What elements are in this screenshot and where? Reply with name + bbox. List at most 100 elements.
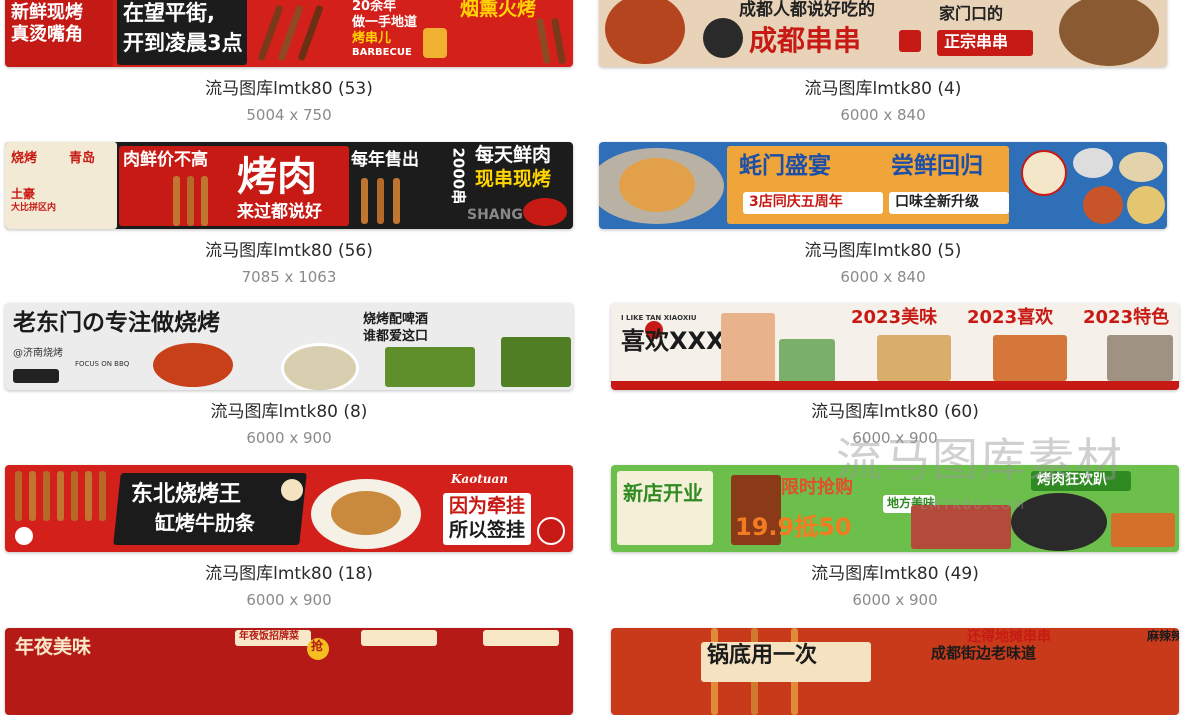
banner-text: 口味全新升级 [895,194,979,210]
skewer-image [99,471,106,521]
image-title[interactable]: 流马图库lmtk80 (56) [5,240,573,262]
banner-text: 因为牵挂 [449,495,526,517]
skewer-image [201,176,208,226]
checkmark-box [899,30,921,52]
badge [483,630,559,646]
banner-thumbnail[interactable]: 新鲜现烤 真烫嘴角 在望平街, 开到凌晨3点 20余年 做一手地道 烤串儿 BA… [5,0,573,67]
image-dimensions: 6000 x 900 [852,591,938,609]
food-image [993,335,1067,381]
banner-text: 2023喜欢 [967,307,1054,328]
food-plate-image [605,0,685,64]
banner-text: I LIKE TAN XIAOXIU [621,314,697,322]
food-image [877,335,951,381]
banner-thumbnail[interactable]: 成都人都说好吃的 成都串串 家门口的 正宗串串 [599,0,1167,67]
banner-text: 还得地摊串串 [967,629,1051,645]
banner-text: 成都串串 [749,24,862,57]
gallery-item[interactable]: 新店开业 限时抢购 19.9抵50 地方美味 烤肉狂欢趴 流马图库lmtk80 … [611,465,1179,609]
skewer-image [377,178,384,224]
gallery-item[interactable]: 成都人都说好吃的 成都串串 家门口的 正宗串串 流马图库lmtk80 (4) 6… [599,0,1167,124]
badge [13,369,59,383]
skewer-image [361,178,368,224]
banner-text: 每天鲜肉 [475,144,552,166]
banner-text: SHANG [467,207,523,223]
image-dimensions: 6000 x 900 [246,591,332,609]
banner-text: 烤串儿 [352,31,392,46]
banner-text: 真烫嘴角 [11,24,83,45]
food-image [911,505,1011,549]
skewer-image [551,17,566,65]
gallery-item[interactable]: 烧烤 青岛 土豪 大比拼区内 肉鲜价不高 烤肉 来过都说好 每年售出 2000串… [5,142,573,286]
banner-thumbnail[interactable]: 东北烧烤王 缸烤牛肋条 Kaotuan 因为牵挂 所以签挂 [5,465,573,552]
banner-text: 缸烤牛肋条 [155,511,255,535]
image-title[interactable]: 流马图库lmtk80 (53) [5,78,573,100]
banner-text: 东北烧烤王 [131,482,242,507]
banner-text: 2000串 [449,147,468,205]
gallery-item[interactable]: 蚝门盛宴 尝鲜回归 3店同庆五周年 口味全新升级 流马图库lmtk80 (5) … [599,142,1167,286]
image-title[interactable]: 流马图库lmtk80 (5) [599,240,1167,262]
food-plate-image [1059,0,1159,66]
banner-thumbnail[interactable]: 老东门の专注做烧烤 @济南烧烤 FOCUS ON BBQ 烧烤配啤酒 谁都爱这口 [5,303,573,390]
banner-text: 谁都爱这口 [363,329,429,344]
gallery-item[interactable]: 锅底用一次 还得地摊串串 成都街边老味道 麻辣辣吃 [611,628,1179,715]
gallery-item[interactable]: 年夜美味 年夜饭招牌菜 抢 [5,628,573,715]
banner-text: 烧烤配啤酒 [363,312,429,327]
oyster-image [1073,148,1113,178]
illustration-image [721,313,775,383]
banner-text: 正宗串串 [944,32,1009,51]
skewer-image [15,471,22,521]
illustration-image [779,339,835,383]
banner-thumbnail[interactable]: 烧烤 青岛 土豪 大比拼区内 肉鲜价不高 烤肉 来过都说好 每年售出 2000串… [5,142,573,229]
banner-text: 年夜饭招牌菜 [239,631,299,642]
image-title[interactable]: 流马图库lmtk80 (18) [5,563,573,585]
banner-text: 老东门の专注做烧烤 [13,309,220,336]
gallery-item[interactable]: I LIKE TAN XIAOXIU 喜欢XXX 2023美味 2023喜欢 2… [611,303,1179,447]
beer-image [423,28,447,58]
banner-thumbnail[interactable]: 蚝门盛宴 尝鲜回归 3店同庆五周年 口味全新升级 [599,142,1167,229]
banner-text: 2023特色 [1083,307,1170,328]
banner-text: 所以签挂 [449,519,526,541]
gallery-item[interactable]: 东北烧烤王 缸烤牛肋条 Kaotuan 因为牵挂 所以签挂 流马图库lmtk80… [5,465,573,609]
image-title[interactable]: 流马图库lmtk80 (60) [611,401,1179,423]
image-title[interactable]: 流马图库lmtk80 (4) [599,78,1167,100]
footer-strip [611,381,1179,390]
banner-text: 成都人都说好吃的 [739,0,875,20]
banner-text: 家门口的 [939,4,1004,23]
banner-text: 尝鲜回归 [891,153,983,179]
banner-text: Kaotuan [451,472,508,486]
banner-text: 蚝门盛宴 [739,153,831,179]
banner-text: 烟熏火烤 [460,0,537,20]
banner-text: BARBECUE [352,47,412,58]
banner-text: 麻辣辣吃 [1147,629,1179,643]
gallery-item[interactable]: 新鲜现烤 真烫嘴角 在望平街, 开到凌晨3点 20余年 做一手地道 烤串儿 BA… [5,0,573,124]
food-plate-image [331,491,401,535]
banner-text: 大比拼区内 [11,203,57,213]
logo-image [703,18,743,58]
image-title[interactable]: 流马图库lmtk80 (8) [5,401,573,423]
banner-text: 成都街边老味道 [931,644,1037,662]
mascot-icon [537,517,565,545]
oyster-image [619,158,695,212]
image-dimensions: 6000 x 840 [840,106,926,124]
banner-thumbnail[interactable]: 年夜美味 年夜饭招牌菜 抢 [5,628,573,715]
banner-text: 现串现烤 [475,168,552,190]
image-dimensions: 7085 x 1063 [241,268,337,286]
banner-text: 肉鲜价不高 [123,150,208,170]
banner-text: 年夜美味 [15,636,92,658]
oyster-image [1119,152,1163,182]
image-title[interactable]: 流马图库lmtk80 (49) [611,563,1179,585]
banner-text: 做一手地道 [352,15,418,30]
banner-text: 3店同庆五周年 [749,194,843,210]
food-plate-image [281,343,359,390]
gallery-item[interactable]: 老东门の专注做烧烤 @济南烧烤 FOCUS ON BBQ 烧烤配啤酒 谁都爱这口… [5,303,573,447]
banner-thumbnail[interactable]: I LIKE TAN XIAOXIU 喜欢XXX 2023美味 2023喜欢 2… [611,303,1179,390]
banner-text: 烤肉 [237,154,317,200]
banner-text: 青岛 [69,151,96,166]
skewer-image [57,471,64,521]
banner-text: 新店开业 [623,481,703,505]
food-image [1111,513,1175,547]
skewer-image [536,17,551,65]
food-image [1107,335,1173,381]
image-dimensions: 5004 x 750 [246,106,332,124]
banner-thumbnail[interactable]: 锅底用一次 还得地摊串串 成都街边老味道 麻辣辣吃 [611,628,1179,715]
banner-thumbnail[interactable]: 新店开业 限时抢购 19.9抵50 地方美味 烤肉狂欢趴 [611,465,1179,552]
